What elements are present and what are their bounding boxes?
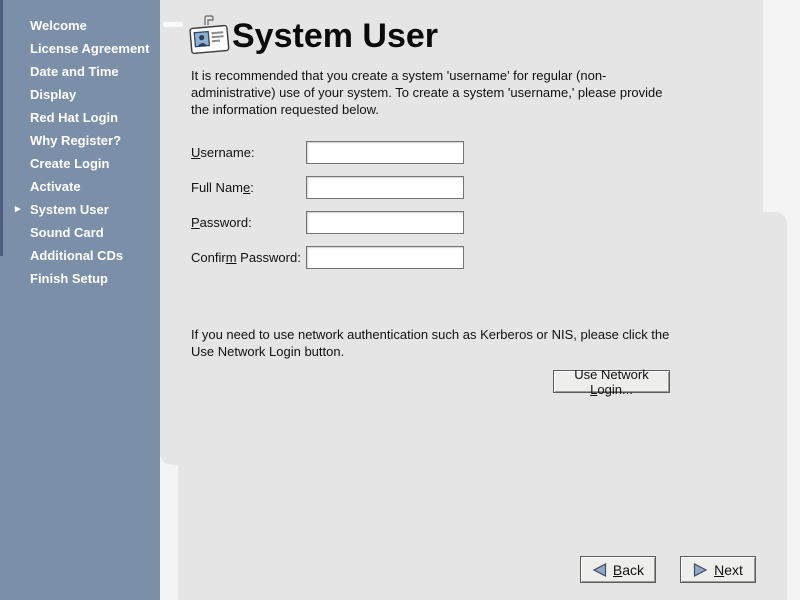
sidebar-item-system-user-active: ▸ System User xyxy=(0,198,160,221)
sidebar-item-label: Create Login xyxy=(30,156,109,171)
label-text: Full Nam xyxy=(191,180,243,195)
sidebar-item-label: License Agreement xyxy=(30,41,149,56)
next-button[interactable]: Next xyxy=(680,556,756,583)
form-row-username: Username: xyxy=(191,141,464,164)
sidebar-item-label: Date and Time xyxy=(30,64,119,79)
label-text: ext xyxy=(724,562,743,578)
active-step-arrow-icon: ▸ xyxy=(15,198,21,221)
sidebar-item-label: System User xyxy=(30,202,109,217)
button-label: Use Network Login... xyxy=(560,367,663,397)
button-label: Next xyxy=(714,562,743,578)
sidebar-item-date-and-time: Date and Time xyxy=(0,60,160,83)
label-text: sername: xyxy=(200,145,254,160)
page-title: System User xyxy=(232,17,438,56)
label-text: ack xyxy=(622,562,644,578)
sidebar-item-display: Display xyxy=(0,83,160,106)
sidebar-item-label: Welcome xyxy=(30,18,87,33)
username-label: Username: xyxy=(191,145,306,160)
label-text: Confir xyxy=(191,250,226,265)
sidebar-item-label: Display xyxy=(30,87,76,102)
button-label: Back xyxy=(613,562,644,578)
sidebar: Welcome License Agreement Date and Time … xyxy=(0,0,160,600)
label-text: Password: xyxy=(237,250,301,265)
sidebar-connector-dash xyxy=(163,22,183,27)
sidebar-item-label: Finish Setup xyxy=(30,271,108,286)
form-row-full-name: Full Name: xyxy=(191,176,464,199)
sidebar-item-create-login: Create Login xyxy=(0,152,160,175)
back-arrow-icon xyxy=(592,563,607,577)
sidebar-item-sound-card: Sound Card xyxy=(0,221,160,244)
use-network-login-button[interactable]: Use Network Login... xyxy=(553,370,670,393)
form-row-confirm-password: Confirm Password: xyxy=(191,246,464,269)
id-badge-icon xyxy=(187,13,231,59)
sidebar-item-additional-cds: Additional CDs xyxy=(0,244,160,267)
content-area: System User It is recommended that you c… xyxy=(160,0,800,600)
confirm-password-input[interactable] xyxy=(306,246,464,269)
sidebar-item-finish-setup: Finish Setup xyxy=(0,267,160,290)
label-text: Use Network xyxy=(574,367,648,382)
wizard-step-list: Welcome License Agreement Date and Time … xyxy=(0,14,160,290)
label-mnemonic: N xyxy=(714,562,724,578)
label-mnemonic: B xyxy=(613,562,622,578)
form-row-password: Password: xyxy=(191,211,464,234)
full-name-input[interactable] xyxy=(306,176,464,199)
sidebar-item-label: Activate xyxy=(30,179,81,194)
sidebar-item-red-hat-login: Red Hat Login xyxy=(0,106,160,129)
sidebar-item-activate: Activate xyxy=(0,175,160,198)
network-auth-text: If you need to use network authenticatio… xyxy=(191,326,711,360)
sidebar-item-label: Sound Card xyxy=(30,225,104,240)
next-arrow-icon xyxy=(693,563,708,577)
back-button[interactable]: Back xyxy=(580,556,656,583)
label-text: : xyxy=(250,180,254,195)
sidebar-item-why-register: Why Register? xyxy=(0,129,160,152)
password-label: Password: xyxy=(191,215,306,230)
password-input[interactable] xyxy=(306,211,464,234)
label-text: ogin... xyxy=(597,382,632,397)
full-name-label: Full Name: xyxy=(191,180,306,195)
sidebar-item-label: Red Hat Login xyxy=(30,110,118,125)
username-input[interactable] xyxy=(306,141,464,164)
label-mnemonic: m xyxy=(226,250,237,265)
user-form: Username: Full Name: Password: Confirm P… xyxy=(191,141,464,281)
sidebar-item-welcome: Welcome xyxy=(0,14,160,37)
label-mnemonic: U xyxy=(191,145,200,160)
confirm-password-label: Confirm Password: xyxy=(191,250,306,265)
label-text: assword: xyxy=(200,215,252,230)
intro-text: It is recommended that you create a syst… xyxy=(191,67,711,118)
sidebar-item-label: Why Register? xyxy=(30,133,121,148)
sidebar-item-label: Additional CDs xyxy=(30,248,123,263)
sidebar-item-license-agreement: License Agreement xyxy=(0,37,160,60)
firstboot-window: Welcome License Agreement Date and Time … xyxy=(0,0,800,600)
label-mnemonic: P xyxy=(191,215,200,230)
